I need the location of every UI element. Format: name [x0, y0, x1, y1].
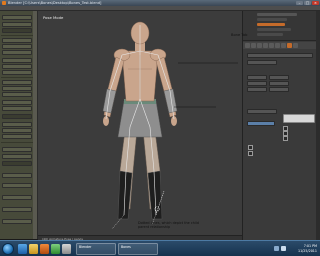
clock-date: 11/25/2011	[297, 248, 317, 253]
tool-button[interactable]	[2, 50, 32, 55]
tool-button[interactable]	[2, 92, 32, 97]
tool-shelf-scrollbar[interactable]	[33, 11, 37, 239]
custom-properties-checkbox[interactable]	[248, 151, 254, 155]
tab-modifiers[interactable]	[275, 43, 280, 48]
tool-button[interactable]	[2, 100, 32, 105]
tab-constraints[interactable]	[269, 43, 274, 48]
ie-icon[interactable]	[18, 244, 27, 254]
system-tray: 7:01 PM 11/25/2011	[272, 243, 318, 255]
tool-button[interactable]	[2, 122, 32, 127]
tool-button[interactable]	[2, 114, 32, 119]
clock[interactable]: 7:01 PM 11/25/2011	[298, 244, 317, 254]
app-icon[interactable]	[51, 244, 60, 254]
outliner-row-selected[interactable]	[257, 23, 285, 26]
tool-button[interactable]	[2, 44, 32, 49]
location-y-field[interactable]	[247, 81, 267, 86]
outliner	[243, 11, 317, 41]
outliner-row[interactable]	[257, 33, 283, 36]
tool-button[interactable]	[2, 154, 32, 159]
tool-button[interactable]	[2, 106, 32, 111]
parent-field[interactable]	[247, 109, 277, 114]
tab-world[interactable]	[257, 43, 262, 48]
tab-object[interactable]	[263, 43, 268, 48]
tool-button[interactable]	[2, 183, 32, 188]
tool-button[interactable]	[2, 161, 32, 166]
tab-scene[interactable]	[251, 43, 256, 48]
outliner-row[interactable]	[257, 13, 297, 16]
rotation-z-field[interactable]	[269, 87, 289, 92]
tab-bone-constraints[interactable]	[293, 43, 298, 48]
tool-button[interactable]	[2, 134, 32, 139]
tool-button[interactable]	[2, 22, 32, 27]
tool-button[interactable]	[2, 38, 32, 43]
annotation-bone-tab: Bone Tab	[231, 33, 248, 37]
tool-button[interactable]	[2, 80, 32, 85]
properties-panel: Bone Tab	[231, 11, 317, 240]
divider	[1, 142, 35, 143]
local-location-checkbox[interactable]	[283, 136, 289, 140]
rotation-x-field[interactable]	[269, 75, 289, 80]
location-z-field[interactable]	[247, 87, 267, 92]
blender-app-icon	[2, 1, 6, 5]
explorer-icon[interactable]	[29, 244, 38, 254]
volume-icon[interactable]	[281, 246, 286, 251]
location-x-field[interactable]	[247, 75, 267, 80]
maximize-button[interactable]: □	[304, 0, 311, 5]
kilt	[117, 100, 163, 138]
tool-button[interactable]	[2, 70, 32, 75]
app-icon[interactable]	[62, 244, 71, 254]
tool-button[interactable]	[2, 15, 32, 20]
taskbar: Blender Bones 7:01 PM 11/25/2011	[0, 240, 320, 256]
window-controls: – □ ×	[296, 0, 319, 5]
tool-shelf	[0, 11, 38, 239]
rotation-y-field[interactable]	[269, 81, 289, 86]
tool-button[interactable]	[2, 86, 32, 91]
tool-button[interactable]	[2, 64, 32, 69]
bone-name-field[interactable]	[247, 53, 313, 58]
relations-field[interactable]	[247, 121, 275, 126]
window-title: Blender [C:\Users\Bones\Desktop\Bones_Te…	[8, 1, 102, 5]
properties-scrollbar[interactable]	[316, 11, 320, 240]
network-icon[interactable]	[274, 246, 279, 251]
annotation-dotted-lines: Dotted Lines, which depict the child par…	[138, 221, 199, 230]
tab-bone[interactable]	[287, 43, 292, 48]
divider	[1, 77, 35, 78]
bone-field[interactable]	[247, 60, 277, 65]
outliner-row[interactable]	[257, 28, 291, 31]
tool-button[interactable]	[2, 195, 32, 200]
deform-checkbox[interactable]	[248, 145, 254, 149]
taskbar-task-bones[interactable]: Bones	[118, 243, 158, 255]
properties-tabs	[243, 42, 317, 49]
divider	[1, 35, 35, 36]
character-model[interactable]	[38, 11, 242, 235]
tool-button[interactable]	[2, 219, 32, 224]
tool-button[interactable]	[2, 207, 32, 212]
tool-button[interactable]	[2, 128, 32, 133]
tab-render[interactable]	[245, 43, 250, 48]
tool-button[interactable]	[2, 173, 32, 178]
tool-button[interactable]	[2, 28, 32, 33]
3d-viewport[interactable]: Pose Mode Dotted Lines, which depict the…	[38, 11, 242, 235]
parent-bone-dropdown[interactable]	[283, 114, 315, 123]
media-icon[interactable]	[40, 244, 49, 254]
tool-button[interactable]	[2, 147, 32, 152]
start-orb-icon[interactable]	[2, 243, 14, 255]
connected-checkbox[interactable]	[283, 126, 289, 130]
tool-button[interactable]	[2, 58, 32, 63]
outliner-row[interactable]	[257, 18, 287, 21]
taskbar-task-blender[interactable]: Blender	[76, 243, 116, 255]
minimize-button[interactable]: –	[296, 0, 303, 5]
tab-data[interactable]	[281, 43, 286, 48]
inherit-rotation-checkbox[interactable]	[283, 131, 289, 135]
close-button[interactable]: ×	[312, 0, 319, 5]
